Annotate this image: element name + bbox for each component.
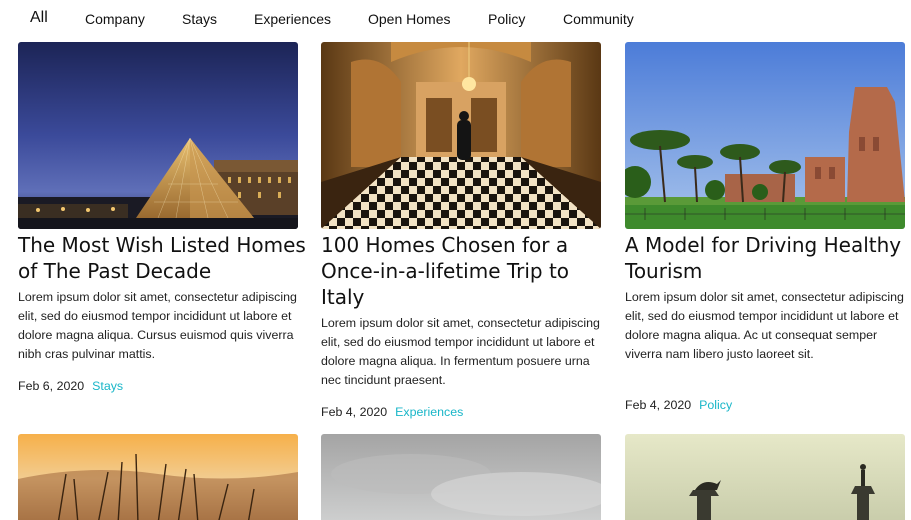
article-image-ruins[interactable] [625, 42, 905, 229]
nav-item-open-homes[interactable]: Open Homes [368, 10, 450, 28]
article-tag[interactable]: Stays [92, 379, 123, 393]
article-image-venice-columns[interactable] [625, 434, 905, 520]
article-excerpt: Lorem ipsum dolor sit amet, consectetur … [18, 290, 297, 361]
article-title[interactable]: 100 Homes Chosen for a Once-in-a-lifetim… [321, 232, 611, 310]
nav-item-all[interactable]: All [30, 9, 48, 27]
article-excerpt: Lorem ipsum dolor sit amet, consectetur … [625, 290, 904, 361]
nav-item-community[interactable]: Community [563, 10, 634, 28]
nav-item-policy[interactable]: Policy [488, 10, 525, 28]
article-tag[interactable]: Experiences [395, 405, 463, 419]
nav-item-experiences[interactable]: Experiences [254, 10, 331, 28]
article-image-hallway[interactable] [321, 42, 601, 229]
article-date: Feb 4, 2020 [321, 405, 388, 419]
article-meta: Feb 4, 2020 Policy [625, 397, 732, 413]
article-meta: Feb 6, 2020 Stays [18, 378, 123, 394]
article-image-cloudy-sky[interactable] [321, 434, 601, 520]
article-title[interactable]: A Model for Driving Healthy Tourism [625, 232, 911, 284]
article-image-grass-sunset[interactable] [18, 434, 298, 520]
nav-item-stays[interactable]: Stays [182, 10, 217, 28]
nav-item-company[interactable]: Company [85, 10, 145, 28]
article-image-louvre[interactable] [18, 42, 298, 229]
category-nav: All Company Stays Experiences Open Homes… [0, 0, 911, 40]
article-excerpt: Lorem ipsum dolor sit amet, consectetur … [321, 316, 600, 387]
article-meta: Feb 4, 2020 Experiences [321, 404, 463, 420]
article-date: Feb 6, 2020 [18, 379, 85, 393]
article-title[interactable]: The Most Wish Listed Homes of The Past D… [18, 232, 308, 284]
article-tag[interactable]: Policy [699, 398, 732, 412]
article-date: Feb 4, 2020 [625, 398, 692, 412]
